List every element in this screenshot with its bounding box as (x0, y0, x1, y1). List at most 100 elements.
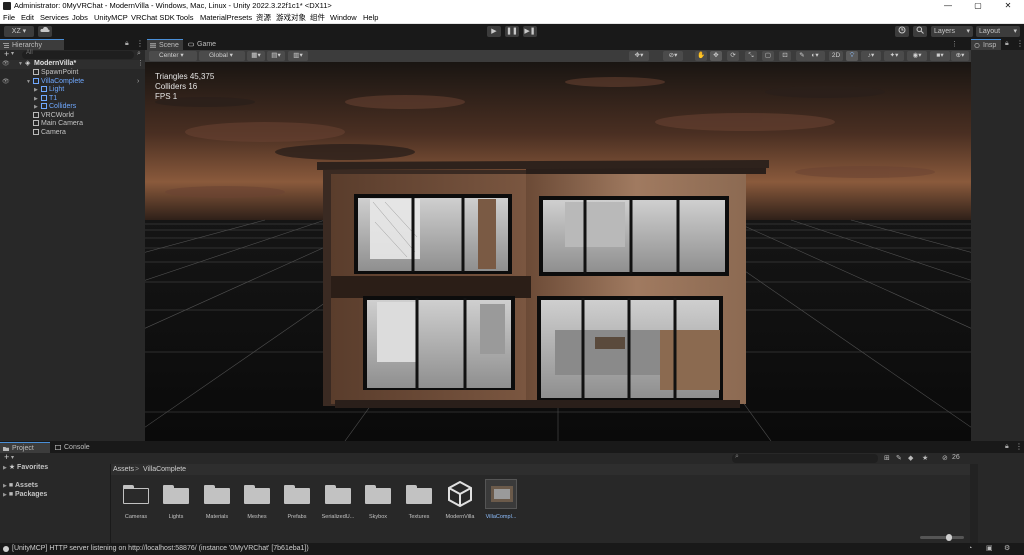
network-icon[interactable]: ▣ (986, 543, 993, 555)
effects-dropdown[interactable]: ✦▾ (884, 51, 904, 61)
hierarchy-item[interactable]: VRCWorld (0, 111, 145, 121)
rotate-tool-button[interactable]: ⟳ (727, 51, 739, 61)
menu-services[interactable]: Services (40, 12, 69, 24)
project-item-folder[interactable]: Cameras (116, 485, 156, 520)
view-tools-dropdown[interactable]: ✥▾ (629, 51, 649, 61)
close-button[interactable]: ✕ (998, 0, 1018, 12)
expand-triangle-icon[interactable]: ▶ (34, 86, 38, 95)
project-item-folder[interactable]: Materials (197, 485, 237, 520)
tab-console[interactable]: Console (52, 442, 102, 453)
project-scrollbar[interactable] (970, 464, 978, 543)
hierarchy-item[interactable]: Camera (0, 128, 145, 138)
lock-icon[interactable]: 🔒︎ (1005, 40, 1009, 48)
hierarchy-item[interactable]: ▶ T1 (0, 94, 145, 104)
project-item-folder[interactable]: Skybox (358, 485, 398, 520)
search-by-label-icon[interactable]: ✎ (896, 454, 902, 462)
kebab-menu-icon[interactable]: ⋮ (1016, 39, 1024, 48)
menu-vrchat-sdk[interactable]: VRChat SDK (131, 12, 175, 24)
menu-unitymcp[interactable]: UnityMCP (94, 12, 128, 24)
hierarchy-item[interactable]: Main Camera (0, 120, 145, 129)
menu-edit[interactable]: Edit (21, 12, 34, 24)
menu-component-cn[interactable]: 组件 (310, 12, 325, 24)
hierarchy-item[interactable]: ▶ Colliders (0, 103, 145, 112)
hand-tool-button[interactable]: ✋ (695, 51, 707, 61)
breadcrumb-root[interactable]: Assets (113, 464, 134, 475)
pivot-dropdown[interactable]: Center ▾ (149, 51, 197, 61)
slider-handle[interactable] (946, 534, 952, 541)
hierarchy-scene-row[interactable]: 👁︎ ▼ ◈ ModernVilla* ⋮ (0, 60, 145, 69)
scale-tool-button[interactable]: ⤡ (745, 51, 757, 61)
lock-icon[interactable]: 🔒︎ (1005, 443, 1009, 451)
history-button[interactable] (895, 26, 909, 37)
hierarchy-search-input[interactable]: All (22, 50, 134, 59)
expand-triangle-icon[interactable]: ▶ (3, 483, 7, 489)
grid-snap-button[interactable]: ▦▾ (247, 51, 265, 61)
menu-assets-cn[interactable]: 资源 (256, 12, 271, 24)
label-tag-icon[interactable]: ◆ (908, 454, 913, 462)
project-item-prefab[interactable]: VillaCompl... (481, 479, 521, 520)
menu-window[interactable]: Window (330, 12, 357, 24)
expand-triangle-icon[interactable]: ▼ (26, 78, 31, 87)
layers-dropdown[interactable]: Layers ▾ (931, 26, 973, 37)
project-item-scene[interactable]: ModernVilla (440, 481, 480, 520)
maximize-button[interactable]: ▢ (968, 0, 988, 12)
expand-triangle-icon[interactable]: ▶ (34, 95, 38, 104)
audio-toggle[interactable]: ♪▾ (861, 51, 881, 61)
search-button[interactable] (913, 26, 927, 37)
breadcrumb-current[interactable]: VillaComplete (143, 464, 186, 475)
tab-hierarchy[interactable]: Hierarchy (0, 39, 64, 50)
search-icon[interactable]: ⌕ (137, 50, 141, 58)
favorite-star-icon[interactable]: ★ (922, 454, 928, 462)
packages-row[interactable]: ▶ ■ Packages (3, 491, 47, 500)
grid-visibility-button[interactable]: ▤▾ (267, 51, 285, 61)
move-tool-button[interactable]: ✥ (710, 51, 722, 61)
chevron-down-icon[interactable]: ▾ (11, 50, 14, 57)
project-item-folder[interactable]: SerializedU... (318, 485, 358, 520)
rect-tool-button[interactable]: ▢ (762, 51, 774, 61)
play-button[interactable]: ▶ (487, 26, 501, 37)
project-search-input[interactable]: ⌕ (732, 453, 878, 463)
menu-materialpresets[interactable]: MaterialPresets (200, 12, 252, 24)
kebab-menu-icon[interactable]: ⋮ (951, 40, 958, 48)
search-by-type-icon[interactable]: ⊞ (884, 454, 890, 462)
hierarchy-item[interactable]: ▶ Light (0, 86, 145, 95)
hierarchy-item[interactable]: SpawnPoint (0, 69, 145, 78)
minimize-button[interactable]: — (938, 0, 958, 12)
tab-inspector[interactable]: Insp (971, 39, 1001, 50)
space-dropdown[interactable]: Global ▾ (199, 51, 245, 61)
menu-tools[interactable]: Tools (176, 12, 194, 24)
tab-game[interactable]: Game (185, 39, 225, 50)
project-item-folder[interactable]: Meshes (237, 485, 277, 520)
chevron-right-icon[interactable]: › (137, 78, 139, 87)
project-item-folder[interactable]: Lights (156, 485, 196, 520)
assets-row[interactable]: ▶ ■ Assets (3, 482, 38, 491)
scene-viewport[interactable]: Triangles 45,375 Colliders 16 FPS 1 (145, 62, 971, 441)
chevron-down-icon[interactable]: ▾ (11, 454, 14, 461)
expand-triangle-icon[interactable]: ▶ (34, 103, 38, 112)
favorites-row[interactable]: ▶ ★ Favorites (3, 464, 48, 473)
kebab-menu-icon[interactable]: ⋮ (136, 39, 144, 48)
project-item-folder[interactable]: Prefabs (277, 485, 317, 520)
hierarchy-item[interactable]: 👁︎ ▼ VillaComplete › (0, 77, 145, 87)
menu-help[interactable]: Help (363, 12, 378, 24)
expand-triangle-icon[interactable]: ▶ (3, 465, 7, 471)
cloud-button[interactable] (38, 26, 52, 37)
add-icon[interactable]: + (4, 452, 9, 462)
menu-gameobject-cn[interactable]: 游戏对象 (276, 12, 306, 24)
layout-dropdown[interactable]: Layout ▾ (976, 26, 1020, 37)
hidden-packages-icon[interactable]: ⊘ (942, 454, 948, 462)
status-message[interactable]: [UnityMCP] HTTP server listening on http… (12, 543, 309, 555)
gizmo-visibility-dropdown[interactable]: ⊘▾ (663, 51, 683, 61)
step-button[interactable]: ▶❚ (523, 26, 537, 37)
visibility-eye-icon[interactable]: 👁︎ (2, 60, 10, 69)
camera-settings-dropdown[interactable]: ■▾ (930, 51, 950, 61)
increment-snap-button[interactable]: ▥▾ (288, 51, 308, 61)
menu-jobs[interactable]: Jobs (72, 12, 88, 24)
visibility-eye-icon[interactable]: 👁︎ (2, 78, 10, 87)
lock-icon[interactable]: 🔒︎ (125, 40, 129, 48)
mode-2d-button[interactable]: 2D (829, 51, 843, 61)
shading-mode-dropdown[interactable]: ◐▾ (805, 51, 825, 61)
tab-scene[interactable]: Scene (147, 39, 183, 50)
add-icon[interactable]: + (4, 49, 9, 59)
transform-tool-button[interactable]: ⊡ (779, 51, 791, 61)
